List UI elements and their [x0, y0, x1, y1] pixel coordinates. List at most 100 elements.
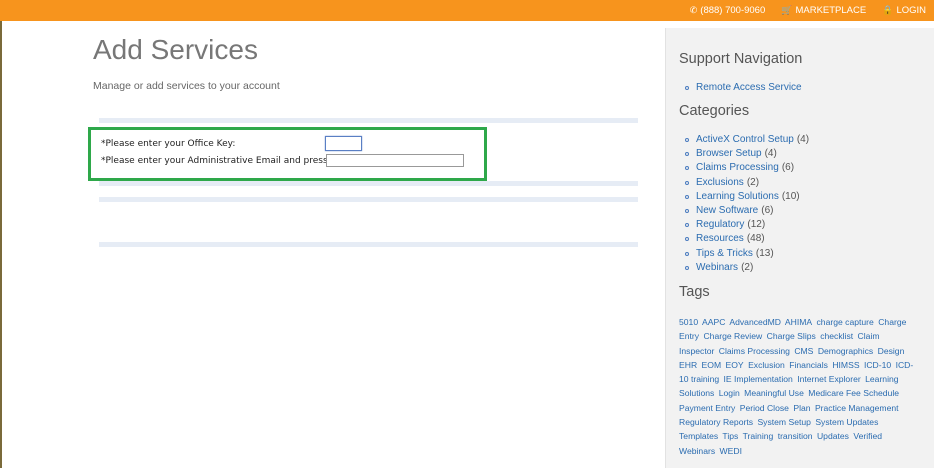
category-link[interactable]: Browser Setup: [696, 147, 762, 161]
tag-link[interactable]: Payment Entry: [679, 403, 735, 413]
tag-link[interactable]: Practice Management: [815, 403, 899, 413]
admin-email-label: *Please enter your Administrative Email …: [101, 156, 349, 166]
category-link[interactable]: Learning Solutions: [696, 190, 779, 204]
bullet-icon: [685, 223, 689, 228]
divider-stripe: [99, 118, 638, 123]
category-link[interactable]: Exclusions: [696, 176, 744, 190]
tag-link[interactable]: Webinars: [679, 446, 715, 456]
tag-link[interactable]: Regulatory Reports: [679, 417, 753, 427]
tag-link[interactable]: IE Implementation: [724, 374, 793, 384]
category-link[interactable]: Webinars: [696, 261, 738, 275]
bullet-icon: [685, 180, 689, 185]
tag-link[interactable]: Meaningful Use: [744, 388, 804, 398]
category-link[interactable]: Resources: [696, 232, 744, 246]
tag-link[interactable]: AHIMA: [785, 317, 812, 327]
bullet-icon: [685, 209, 689, 214]
tag-link[interactable]: EOM: [702, 360, 722, 370]
window-edge: [0, 20, 2, 468]
tags-heading: Tags: [679, 284, 710, 300]
category-count: (2): [746, 176, 760, 188]
tag-link[interactable]: System Updates: [815, 417, 878, 427]
tag-link[interactable]: Claims Processing: [719, 346, 790, 356]
category-item: Exclusions (2): [685, 176, 809, 190]
category-count: (4): [796, 134, 810, 145]
tag-link[interactable]: Charge Review: [703, 331, 762, 341]
tag-link[interactable]: Internet Explorer: [797, 374, 861, 384]
support-navigation-list: Remote Access Service: [685, 81, 802, 95]
tag-link[interactable]: System Setup: [757, 417, 811, 427]
category-item: Browser Setup (4): [685, 147, 809, 161]
category-item: Webinars (2): [685, 261, 809, 275]
tag-link[interactable]: Plan: [793, 403, 810, 413]
category-link[interactable]: ActiveX Control Setup: [696, 133, 794, 147]
tag-cloud: 5010 AAPC AdvancedMD AHIMA charge captur…: [679, 315, 919, 458]
tag-link[interactable]: Updates: [817, 431, 849, 441]
tag-link[interactable]: EOY: [726, 360, 744, 370]
page-title: Add Services: [93, 34, 258, 65]
tag-link[interactable]: CMS: [794, 346, 813, 356]
tag-link[interactable]: Templates: [679, 431, 718, 441]
tag-link[interactable]: 5010: [679, 317, 698, 327]
category-count: (12): [747, 219, 766, 231]
tag-link[interactable]: charge capture: [817, 317, 874, 327]
category-item: Claims Processing (6): [685, 161, 809, 175]
tag-link[interactable]: transition: [778, 431, 813, 441]
tag-link[interactable]: Design: [878, 346, 905, 356]
bullet-icon: [685, 152, 689, 157]
category-count: (2): [741, 261, 754, 273]
category-item: Tips & Tricks (13): [685, 247, 809, 261]
login-link[interactable]: 🔒 LOGIN: [882, 5, 926, 16]
tag-link[interactable]: WEDI: [720, 446, 742, 456]
office-key-label: *Please enter your Office Key:: [101, 139, 236, 149]
tag-link[interactable]: Training: [743, 431, 774, 441]
bullet-icon: [685, 251, 689, 256]
category-item: New Software (6): [685, 204, 809, 218]
tag-link[interactable]: Tips: [722, 431, 738, 441]
marketplace-link[interactable]: 🛒 MARKETPLACE: [781, 5, 866, 16]
divider-stripe: [99, 197, 638, 202]
tag-link[interactable]: Charge Slips: [767, 331, 816, 341]
bullet-icon: [685, 265, 689, 270]
support-item: Remote Access Service: [685, 81, 802, 95]
tag-link[interactable]: Exclusion: [748, 360, 785, 370]
tag-link[interactable]: Period Close: [740, 403, 789, 413]
phone-icon: ✆: [689, 5, 698, 15]
tag-link[interactable]: Login: [719, 388, 740, 398]
category-count: (10): [781, 190, 800, 202]
tag-link[interactable]: Verified: [853, 431, 882, 441]
bullet-icon: [685, 166, 689, 171]
category-link[interactable]: Tips & Tricks: [696, 247, 753, 261]
top-bar: ✆ (888) 700-9060 🛒 MARKETPLACE 🔒 LOGIN: [0, 0, 934, 21]
tag-link[interactable]: HIMSS: [832, 360, 859, 370]
office-key-input[interactable]: [325, 136, 362, 151]
categories-heading: Categories: [679, 103, 750, 119]
bullet-icon: [685, 194, 689, 199]
divider-stripe: [99, 181, 638, 186]
tag-link[interactable]: ICD-10: [864, 360, 891, 370]
category-count: (13): [755, 247, 774, 259]
tag-link[interactable]: Financials: [789, 360, 828, 370]
category-link[interactable]: New Software: [696, 204, 758, 218]
tag-link[interactable]: Medicare Fee Schedule: [808, 388, 899, 398]
login-label: LOGIN: [896, 5, 926, 16]
phone-link[interactable]: ✆ (888) 700-9060: [690, 5, 766, 16]
category-count: (48): [746, 233, 765, 245]
category-item: Resources (48): [685, 232, 809, 246]
category-item: ActiveX Control Setup (4): [685, 133, 809, 147]
tag-link[interactable]: AAPC: [702, 317, 725, 327]
tag-link[interactable]: EHR: [679, 360, 697, 370]
category-link[interactable]: Regulatory: [696, 218, 744, 232]
category-link[interactable]: Claims Processing: [696, 161, 779, 175]
tag-link[interactable]: Demographics: [818, 346, 873, 356]
page-subtitle: Manage or add services to your account: [93, 80, 280, 92]
categories-list: ActiveX Control Setup (4) Browser Setup (4)…: [685, 133, 809, 275]
support-item-link[interactable]: Remote Access Service: [696, 81, 802, 95]
lock-icon: 🔒: [882, 5, 894, 15]
tag-link[interactable]: checklist: [820, 331, 853, 341]
cart-icon: 🛒: [781, 5, 793, 15]
category-count: (4): [764, 148, 777, 160]
tag-link[interactable]: AdvancedMD: [729, 317, 781, 327]
admin-email-input[interactable]: [326, 154, 464, 167]
phone-number: (888) 700-9060: [700, 5, 766, 16]
bullet-icon: [685, 138, 689, 143]
